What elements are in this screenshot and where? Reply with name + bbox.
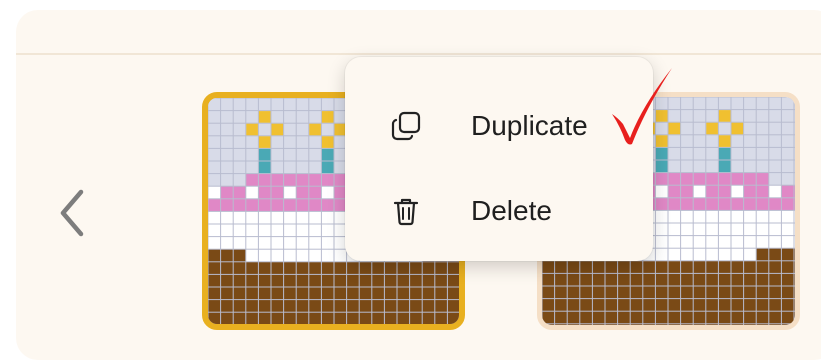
trash-icon (389, 194, 423, 228)
delete-menu-item[interactable]: Delete (353, 172, 645, 250)
checkmark-annotation-icon (612, 68, 672, 145)
panel-divider (16, 53, 821, 55)
context-menu: Duplicate Delete (345, 57, 653, 261)
menu-item-label: Duplicate (471, 110, 588, 141)
previous-button[interactable] (46, 178, 98, 248)
duplicate-menu-item[interactable]: Duplicate (353, 87, 645, 165)
chevron-left-icon (60, 189, 84, 237)
duplicate-icon (389, 109, 423, 143)
menu-item-label: Delete (471, 195, 552, 226)
